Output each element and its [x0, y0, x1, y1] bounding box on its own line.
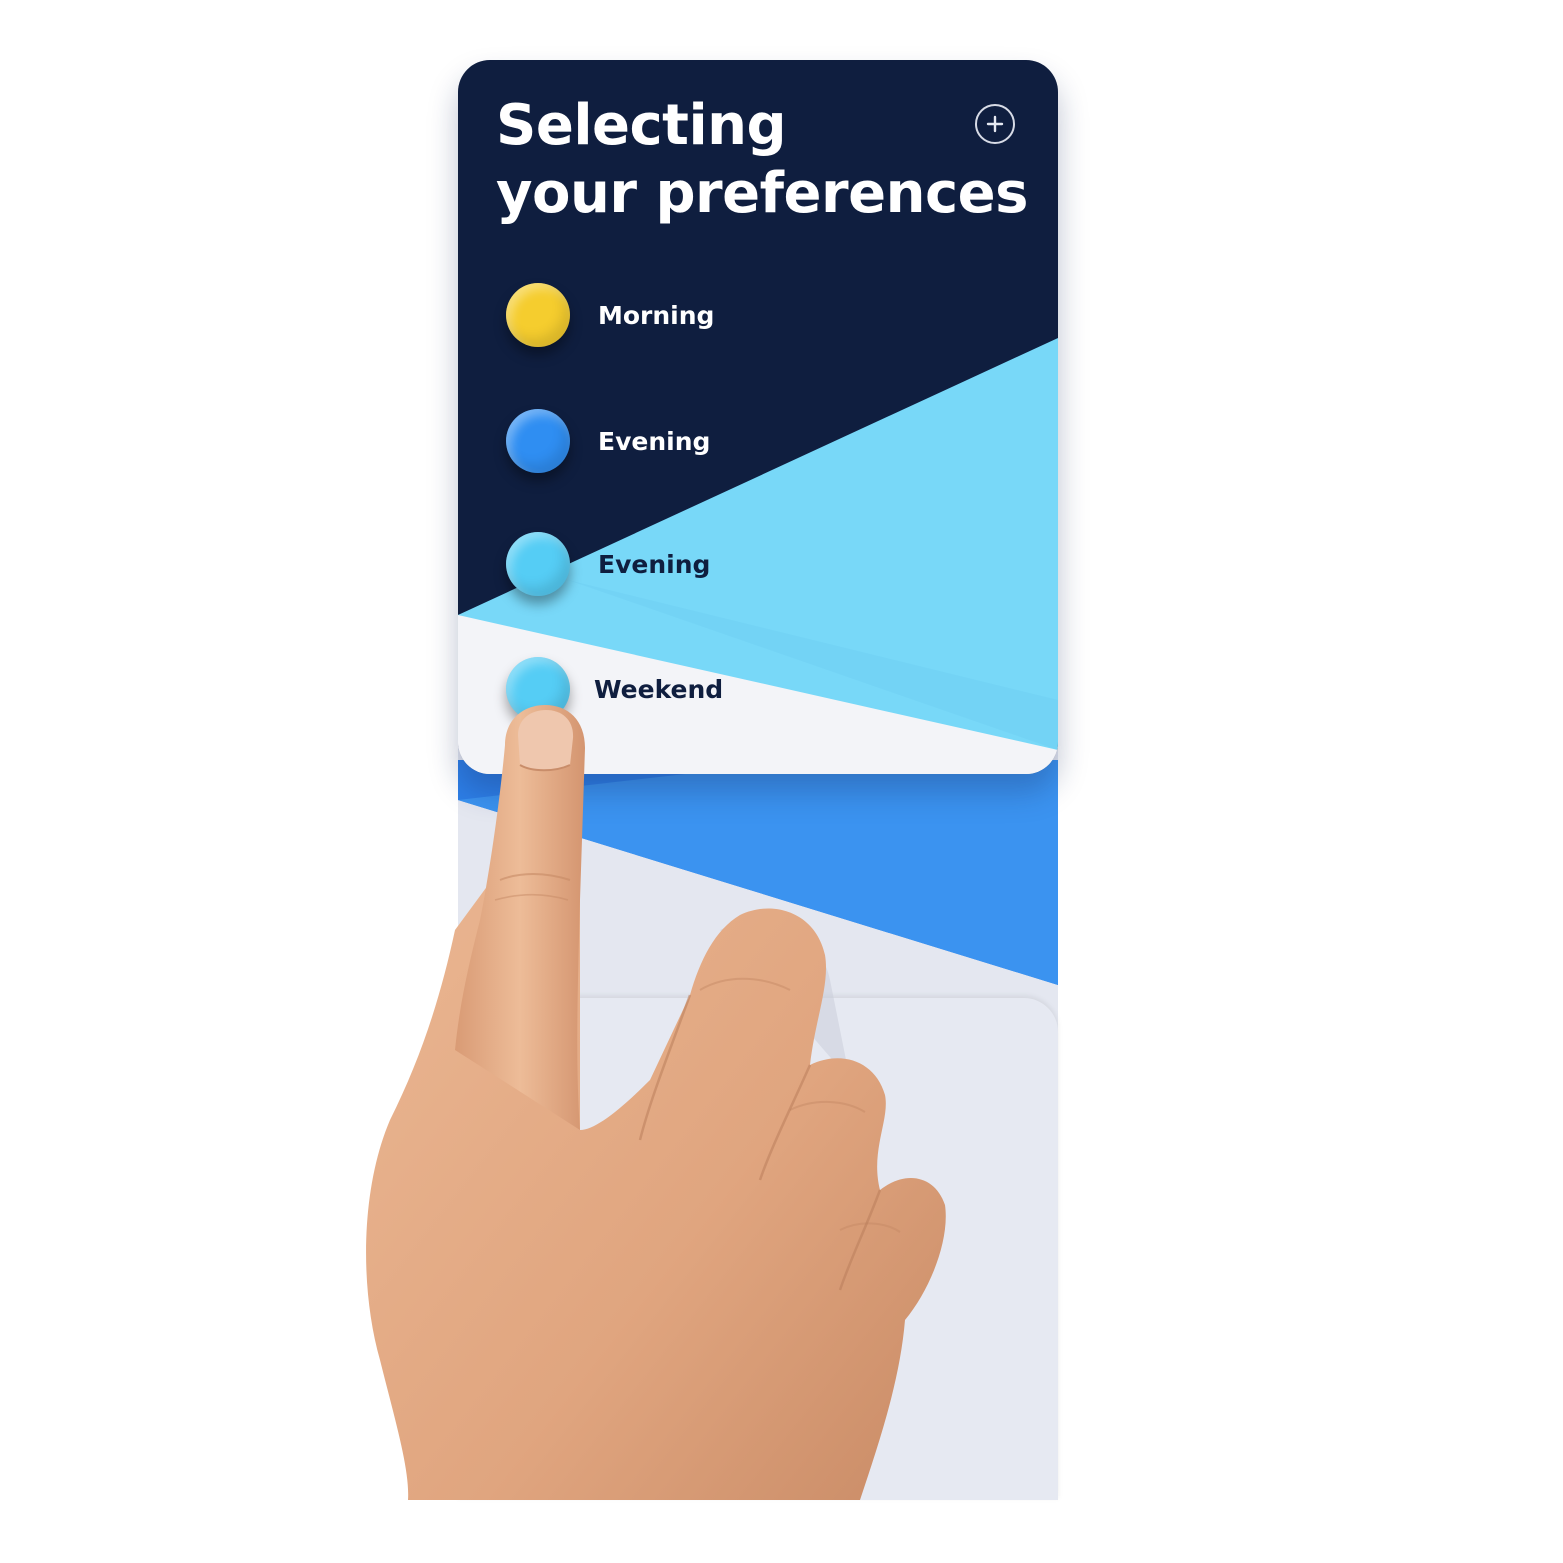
- title-line-1: Selecting: [496, 93, 787, 158]
- page-title: Selecting your preferences: [496, 92, 1028, 228]
- lower-card-panel: [458, 998, 1058, 1500]
- add-button[interactable]: [975, 104, 1015, 144]
- option-dot: [506, 657, 570, 721]
- option-evening-2[interactable]: Evening: [506, 531, 710, 597]
- option-morning[interactable]: Morning: [506, 282, 714, 348]
- option-dot: [506, 283, 570, 347]
- option-dot: [506, 409, 570, 473]
- option-label: Evening: [598, 426, 711, 456]
- option-label: Weekend: [594, 674, 724, 704]
- option-weekend[interactable]: Weekend: [506, 656, 723, 722]
- screen: Selecting your preferences Morning Eveni…: [0, 0, 1563, 1563]
- option-label: Morning: [598, 300, 715, 330]
- preferences-card: Selecting your preferences Morning Eveni…: [458, 60, 1058, 774]
- option-label: Evening: [598, 549, 711, 579]
- plus-icon: [986, 115, 1004, 133]
- option-evening-1[interactable]: Evening: [506, 408, 710, 474]
- title-line-2: your preferences: [496, 161, 1028, 226]
- option-dot: [506, 532, 570, 596]
